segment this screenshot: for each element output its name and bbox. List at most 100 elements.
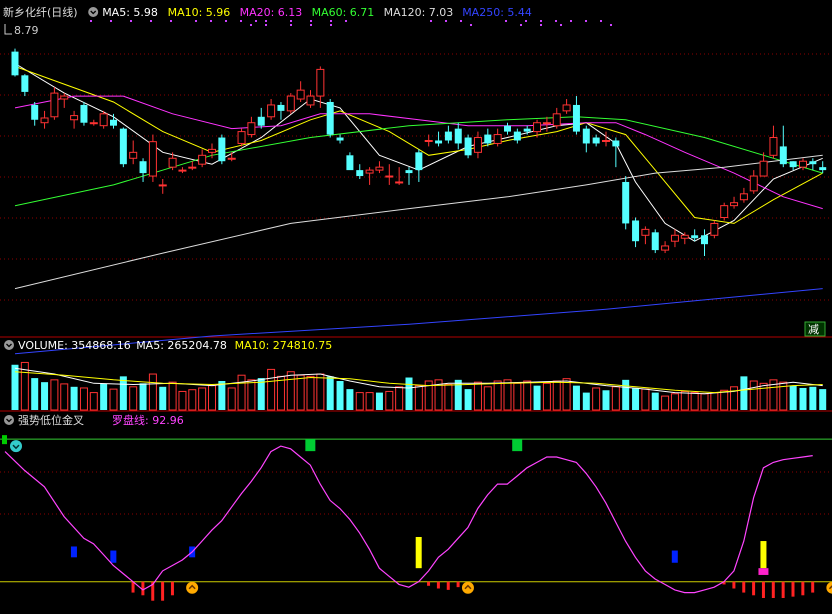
- candle-body: [227, 157, 236, 160]
- candle-body: [454, 128, 462, 144]
- volume-bar: [286, 371, 295, 411]
- candle-body: [622, 181, 630, 224]
- volume-settings-button[interactable]: [4, 340, 14, 350]
- volume-bar: [759, 382, 768, 411]
- candle-body: [198, 154, 207, 165]
- candle-body: [296, 89, 305, 100]
- volume-bar: [168, 381, 177, 411]
- candle-body: [316, 68, 325, 97]
- volume-bar: [129, 386, 138, 411]
- ma-settings-button[interactable]: [88, 7, 99, 17]
- candle-body: [701, 235, 708, 245]
- volume-bar: [602, 390, 610, 410]
- volume-bar: [789, 385, 797, 410]
- volume-bar: [622, 379, 630, 410]
- marker-dot: [90, 20, 92, 22]
- candle-body: [809, 161, 817, 165]
- volume-bar: [809, 386, 817, 410]
- volume-bar: [50, 379, 59, 411]
- candle-body: [720, 205, 729, 219]
- candle-body: [385, 175, 394, 178]
- marker-dot: [310, 24, 312, 26]
- volume-bar: [661, 395, 670, 411]
- candle-body: [661, 245, 670, 251]
- volume-bar: [552, 380, 561, 411]
- candle-body: [375, 166, 384, 171]
- volume-bar: [670, 393, 679, 411]
- candle-body: [691, 235, 699, 239]
- candle-body: [552, 113, 561, 127]
- top-signal-marker: [512, 439, 523, 452]
- candle-body: [641, 228, 650, 236]
- candle-body: [139, 161, 147, 174]
- marker-dot: [570, 20, 572, 22]
- marker-dot: [560, 24, 562, 26]
- volume-bar: [79, 387, 88, 411]
- candle-body: [99, 113, 108, 127]
- marker-dot: [585, 20, 587, 22]
- marker-dot: [150, 20, 152, 22]
- volume-bar: [208, 385, 216, 411]
- candle-body: [789, 161, 797, 168]
- marker-dot: [540, 20, 542, 22]
- ma-legend-item: MA120: 7.03: [384, 6, 454, 19]
- candle-body: [168, 157, 177, 168]
- volume-bar: [296, 374, 305, 411]
- candle-body: [464, 137, 472, 156]
- marker-dot: [225, 20, 227, 22]
- stock-title: 新乡化纤(日线): [3, 5, 78, 19]
- volume-bar: [700, 393, 709, 411]
- candle-body: [218, 137, 226, 162]
- volume-bar: [542, 382, 551, 411]
- volume-bar: [375, 392, 383, 410]
- candle-body: [473, 137, 482, 153]
- up-arrow-icon: [461, 581, 474, 594]
- candle-body: [306, 95, 315, 106]
- volume-bar: [119, 376, 127, 410]
- candle-body: [542, 122, 551, 125]
- volume-bar: [100, 383, 108, 410]
- volume-bar: [395, 386, 404, 411]
- indicator-name: 强势低位金叉: [18, 413, 84, 427]
- marker-dot: [330, 24, 332, 26]
- volume-bar: [740, 376, 748, 410]
- candle-body: [680, 234, 689, 239]
- volume-bar: [355, 392, 364, 411]
- candle-body: [257, 116, 265, 126]
- candle-body: [651, 232, 659, 251]
- volume-bar: [513, 382, 522, 411]
- high-price-pointer: [4, 24, 12, 35]
- indicator-settings-button[interactable]: [4, 415, 14, 425]
- ma-legend-item: MA5: 5.98: [102, 6, 158, 19]
- top-signal-marker: [305, 439, 316, 452]
- stock-chart: 8.79 减 新乡化纤(日线) MA5: 5.98 MA10: 5.96 MA20: 6…: [0, 5, 832, 601]
- candle-body: [444, 131, 452, 141]
- candle-body: [188, 166, 197, 169]
- volume-bar: [651, 392, 659, 410]
- candle-body: [40, 117, 49, 124]
- candle-body: [670, 234, 679, 242]
- marker-dot: [525, 20, 527, 22]
- marker-dot: [250, 24, 252, 26]
- candle-body: [129, 151, 138, 159]
- volume-bar: [414, 385, 423, 411]
- marker-dot: [240, 20, 242, 22]
- down-arrow-icon: [10, 440, 22, 453]
- candle-body: [395, 181, 404, 184]
- marker-dot: [255, 20, 257, 22]
- candle-body: [356, 170, 364, 177]
- candle-body: [148, 141, 157, 177]
- candle-body: [632, 220, 640, 242]
- marker-dot: [345, 20, 347, 22]
- volume-bar: [237, 374, 246, 411]
- volume-bar: [70, 386, 78, 410]
- price-panel: 8.79 减: [4, 24, 827, 355]
- yellow-signal-bar: [760, 541, 767, 569]
- marker-dot: [540, 24, 542, 26]
- volume-bar: [178, 390, 187, 411]
- volume-bar: [533, 385, 541, 410]
- volume-bar: [41, 382, 49, 410]
- volume-bar: [306, 375, 315, 411]
- marker-dot: [290, 20, 292, 22]
- candle-body: [513, 131, 521, 141]
